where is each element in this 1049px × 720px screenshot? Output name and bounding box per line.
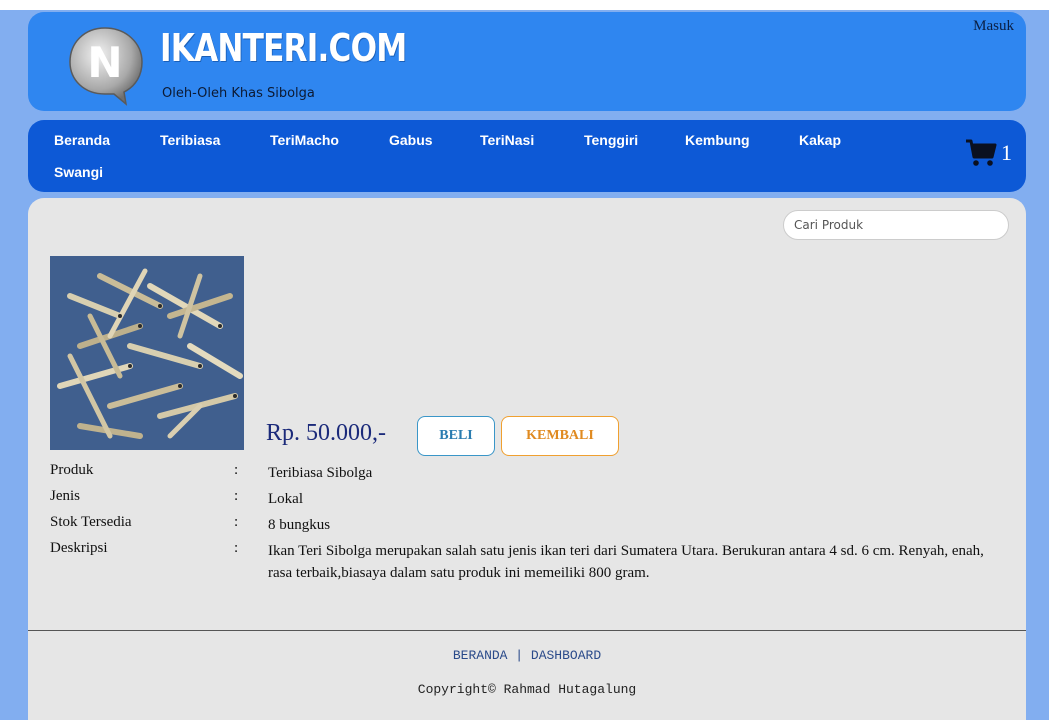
site-tagline: Oleh-Oleh Khas Sibolga [162,86,315,101]
buy-button[interactable]: BELI [417,416,495,456]
detail-value: 8 bungkus [268,517,331,533]
cart-button[interactable]: 1 [965,138,1012,168]
detail-row-deskripsi: Deskripsi : Ikan Teri Sibolga merupakan … [50,540,1010,581]
nav-item-gabus[interactable]: Gabus [389,132,433,148]
footer-separator: | [515,648,524,663]
detail-label: Jenis [50,488,80,504]
product-photo [50,256,244,450]
footer-link-dashboard[interactable]: DASHBOARD [531,648,601,663]
main-content: Rp. 50.000,- BELI KEMBALI Produk : Terib… [28,198,1026,720]
detail-row-jenis: Jenis : Lokal [50,488,1010,514]
detail-separator: : [234,540,239,556]
footer-link-beranda[interactable]: BERANDA [453,648,508,663]
product-image [50,256,244,450]
logo-letter: N [87,38,122,87]
detail-label: Stok Tersedia [50,514,132,530]
nav-item-terinasi[interactable]: TeriNasi [480,132,534,148]
site-title[interactable]: IKANTERI.COM [160,26,407,70]
detail-value: Ikan Teri Sibolga merupakan salah satu j… [268,543,984,581]
product-details: Produk : Teribiasa Sibolga Jenis : Lokal… [50,462,1010,581]
nav-item-swangi[interactable]: Swangi [54,164,103,180]
detail-label: Produk [50,462,94,478]
footer-links: BERANDA | DASHBOARD [28,648,1026,663]
search-input[interactable] [783,210,1009,240]
nav-item-tenggiri[interactable]: Tenggiri [584,132,638,148]
shopping-cart-icon [966,139,997,166]
nav-item-kakap[interactable]: Kakap [799,132,841,148]
copyright-text: Copyright© Rahmad Hutagalung [417,682,637,697]
main-navbar: Beranda Teribiasa TeriMacho Gabus TeriNa… [28,120,1026,192]
detail-value: Teribiasa Sibolga [268,465,373,481]
login-link[interactable]: Masuk [973,18,1014,35]
detail-value: Lokal [268,491,303,507]
detail-row-stok: Stok Tersedia : 8 bungkus [50,514,1010,540]
back-button[interactable]: KEMBALI [501,416,619,456]
detail-separator: : [234,488,239,504]
top-strip [0,0,1049,10]
nav-item-beranda[interactable]: Beranda [54,132,110,148]
cart-count: 1 [1001,140,1012,165]
footer-divider [28,630,1026,631]
product-price: Rp. 50.000,- [266,420,386,446]
nav-item-kembung[interactable]: Kembung [685,132,750,148]
logo-badge[interactable]: N [62,22,148,108]
detail-separator: : [234,514,239,530]
logo-icon: N [69,27,143,106]
nav-item-terimacho[interactable]: TeriMacho [270,132,339,148]
detail-label: Deskripsi [50,540,108,556]
detail-row-produk: Produk : Teribiasa Sibolga [50,462,1010,488]
nav-item-teribiasa[interactable]: Teribiasa [160,132,220,148]
site-header: N IKANTERI.COM Oleh-Oleh Khas Sibolga Ma… [28,12,1026,111]
detail-separator: : [234,462,239,478]
